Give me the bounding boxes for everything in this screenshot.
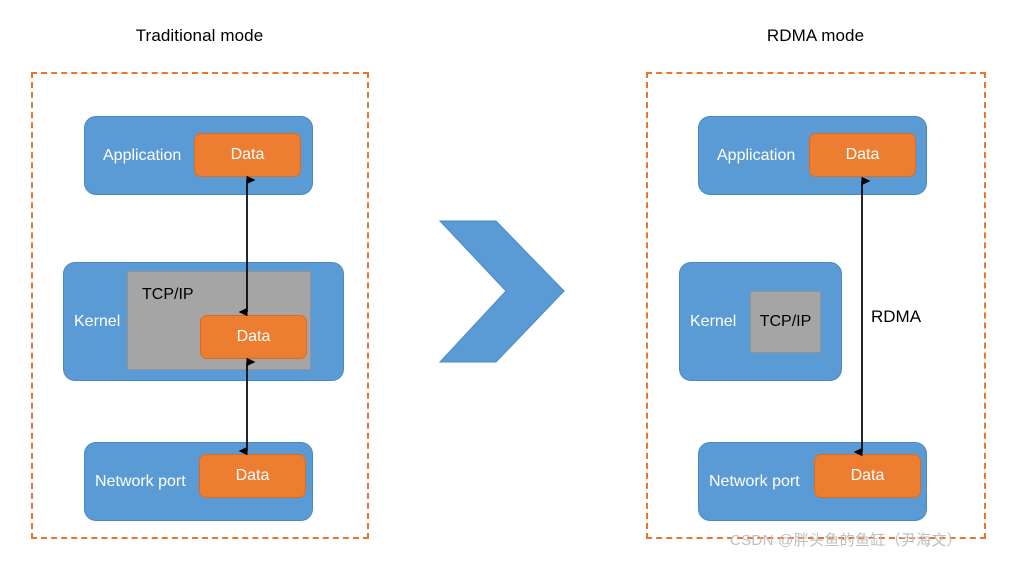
layer-label-application-rdma: Application	[717, 146, 796, 164]
data-label-network-port-rdma: Data	[850, 467, 885, 484]
layer-label-application-traditional: Application	[103, 146, 182, 164]
diagram-canvas: Traditional mode RDMA mode Application K…	[0, 0, 1020, 563]
data-label-network-port-traditional: Data	[235, 467, 270, 484]
data-label-application-rdma: Data	[845, 146, 880, 163]
chevron-right-icon	[438, 220, 565, 363]
watermark-text: CSDN @胖头鱼的鱼缸（尹海文）	[730, 532, 962, 549]
panel-title-rdma: RDMA mode	[766, 26, 865, 45]
layer-label-kernel-rdma: Kernel	[690, 312, 737, 330]
layer-label-kernel-traditional: Kernel	[74, 312, 121, 330]
layer-label-network-port-rdma: Network port	[709, 472, 800, 490]
tcpip-box-rdma[interactable]: TCP/IP	[750, 291, 821, 353]
layer-label-network-port-traditional: Network port	[95, 472, 186, 490]
data-label-application-traditional: Data	[230, 146, 265, 163]
tcpip-label-traditional: TCP/IP	[142, 286, 194, 303]
panel-title-traditional: Traditional mode	[135, 26, 264, 45]
data-box-application-traditional[interactable]: Data	[194, 133, 301, 177]
rdma-arrow-label: RDMA	[871, 307, 922, 326]
tcpip-label-rdma: TCP/IP	[759, 313, 812, 330]
data-box-network-port-rdma[interactable]: Data	[814, 454, 921, 498]
data-box-kernel-traditional[interactable]: Data	[200, 315, 307, 359]
data-box-application-rdma[interactable]: Data	[809, 133, 916, 177]
data-box-network-port-traditional[interactable]: Data	[199, 454, 306, 498]
data-label-kernel-traditional: Data	[236, 328, 271, 345]
